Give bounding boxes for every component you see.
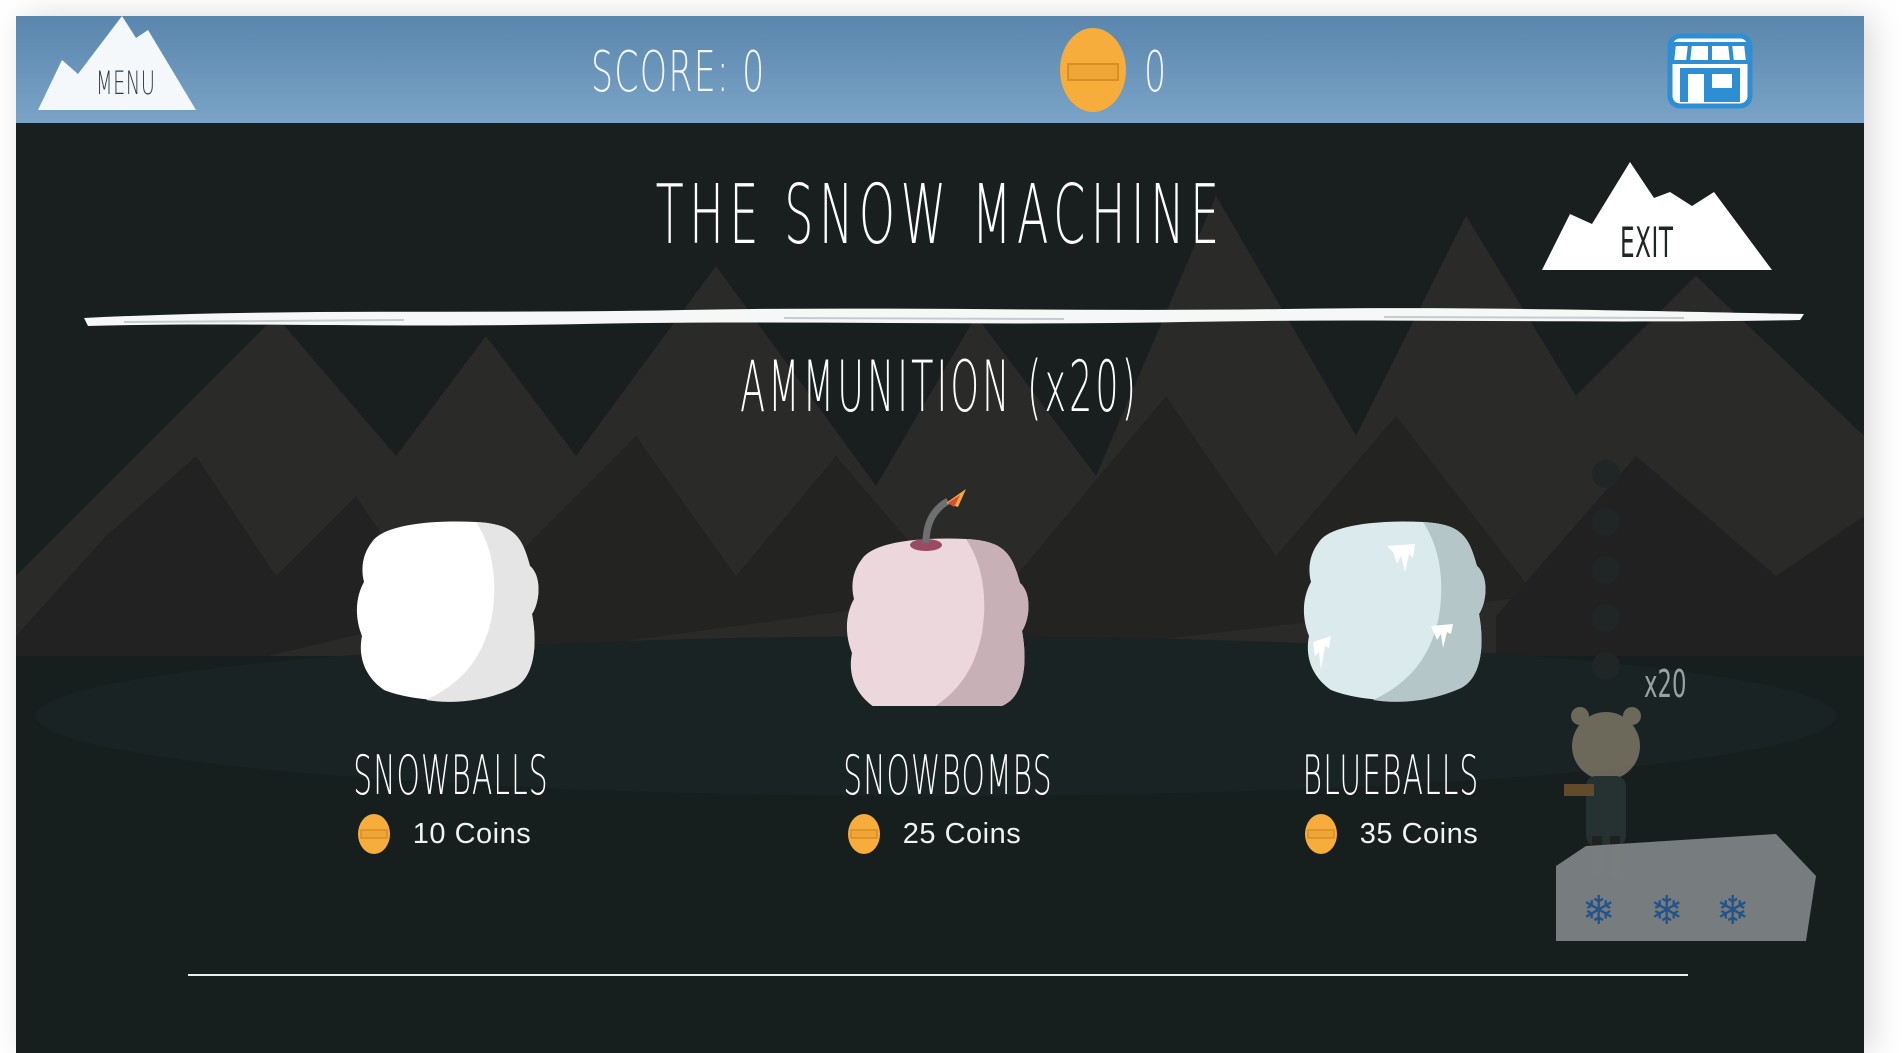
coin-count: 0	[1144, 40, 1167, 105]
item-snowballs[interactable]: SNOWBALLS 10 Coins	[279, 506, 609, 855]
game-screen: ❄ ❄ ❄ x20 MENU SCORE: 0 0 THE SNOW MACHI…	[16, 16, 1864, 1053]
ammo-count-label: x20	[1644, 662, 1687, 706]
snowball-icon	[356, 521, 539, 702]
section-title: AMMUNITION (x20)	[16, 346, 1864, 428]
coin-icon	[847, 814, 880, 854]
brush-divider	[84, 308, 1804, 326]
item-name: BLUEBALLS	[1302, 744, 1480, 807]
coin-icon	[1060, 28, 1126, 112]
exit-label: EXIT	[1620, 218, 1674, 267]
item-blueballs[interactable]: BLUEBALLS 35 Coins	[1226, 506, 1556, 855]
menu-label: MENU	[96, 64, 156, 102]
bottom-divider	[188, 974, 1688, 976]
item-name: SNOWBOMBS	[843, 744, 1053, 807]
item-snowbombs[interactable]: SNOWBOMBS 25 Coins	[769, 489, 1099, 855]
coin-icon	[1304, 814, 1337, 854]
price-label: 35 Coins	[1359, 817, 1479, 850]
shop-icon[interactable]	[1666, 32, 1754, 110]
price-label: 25 Coins	[902, 817, 1022, 850]
shop-title-text: THE SNOW MACHINE	[655, 168, 1225, 263]
blueball-icon	[1303, 521, 1486, 702]
exit-button[interactable]: EXIT	[1542, 162, 1772, 272]
item-price: 25 Coins	[769, 813, 1099, 855]
price-label: 10 Coins	[412, 817, 532, 850]
item-price: 10 Coins	[279, 813, 609, 855]
score-display: SCORE: 0	[591, 40, 766, 105]
section-title-text: AMMUNITION (x20)	[740, 346, 1140, 428]
coin-icon	[357, 814, 390, 854]
menu-button[interactable]: MENU	[38, 16, 198, 112]
item-name: SNOWBALLS	[353, 744, 549, 807]
item-price: 35 Coins	[1226, 813, 1556, 855]
snowbomb-icon	[847, 489, 1029, 706]
top-bar: MENU SCORE: 0 0	[16, 16, 1864, 123]
